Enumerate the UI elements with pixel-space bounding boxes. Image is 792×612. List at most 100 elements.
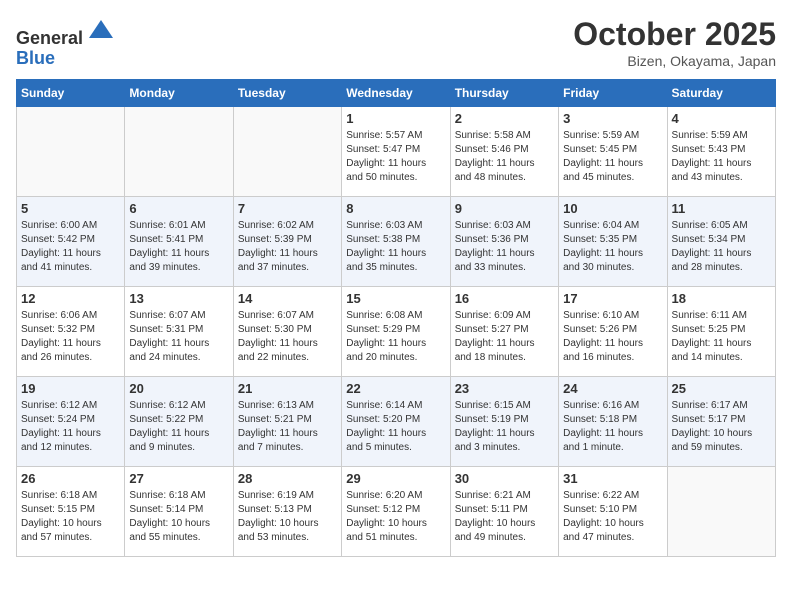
weekday-header-saturday: Saturday	[667, 80, 775, 107]
calendar-cell: 29 Sunrise: 6:20 AM Sunset: 5:12 PM Dayli…	[342, 467, 450, 557]
day-info: Sunrise: 6:12 AM Sunset: 5:24 PM Dayligh…	[21, 399, 120, 455]
day-number: 5	[21, 201, 120, 216]
day-number: 31	[563, 471, 662, 486]
day-info: Sunrise: 6:19 AM Sunset: 5:13 PM Dayligh…	[238, 489, 337, 545]
day-info: Sunrise: 6:09 AM Sunset: 5:27 PM Dayligh…	[455, 309, 554, 365]
day-info: Sunrise: 6:17 AM Sunset: 5:17 PM Dayligh…	[672, 399, 771, 455]
weekday-header-sunday: Sunday	[17, 80, 125, 107]
calendar-cell: 18Sunrise: 6:11 AM Sunset: 5:25 PM Dayli…	[667, 287, 775, 377]
day-info: Sunrise: 6:05 AM Sunset: 5:34 PM Dayligh…	[672, 219, 771, 275]
calendar-cell: 12Sunrise: 6:06 AM Sunset: 5:32 PM Dayli…	[17, 287, 125, 377]
day-number: 9	[455, 201, 554, 216]
day-info: Sunrise: 6:13 AM Sunset: 5:21 PM Dayligh…	[238, 399, 337, 455]
logo-general: General	[16, 28, 83, 48]
calendar-cell: 13Sunrise: 6:07 AM Sunset: 5:31 PM Dayli…	[125, 287, 233, 377]
day-number: 20	[129, 381, 228, 396]
calendar-cell	[667, 467, 775, 557]
calendar-cell: 31 Sunrise: 6:22 AM Sunset: 5:10 PM Dayli…	[559, 467, 667, 557]
day-info: Sunrise: 6:15 AM Sunset: 5:19 PM Dayligh…	[455, 399, 554, 455]
day-number: 10	[563, 201, 662, 216]
month-title: October 2025	[573, 16, 776, 53]
calendar-cell: 9 Sunrise: 6:03 AM Sunset: 5:36 PM Daylig…	[450, 197, 558, 287]
day-info: Sunrise: 6:02 AM Sunset: 5:39 PM Dayligh…	[238, 219, 337, 275]
calendar-week-row: 12Sunrise: 6:06 AM Sunset: 5:32 PM Dayli…	[17, 287, 776, 377]
day-number: 22	[346, 381, 445, 396]
day-info: Sunrise: 6:20 AM Sunset: 5:12 PM Dayligh…	[346, 489, 445, 545]
calendar-cell: 21 Sunrise: 6:13 AM Sunset: 5:21 PM Dayli…	[233, 377, 341, 467]
day-info: Sunrise: 6:10 AM Sunset: 5:26 PM Dayligh…	[563, 309, 662, 365]
day-number: 1	[346, 111, 445, 126]
weekday-header-monday: Monday	[125, 80, 233, 107]
day-info: Sunrise: 5:58 AM Sunset: 5:46 PM Dayligh…	[455, 129, 554, 185]
weekday-header-tuesday: Tuesday	[233, 80, 341, 107]
calendar-cell: 26Sunrise: 6:18 AM Sunset: 5:15 PM Dayli…	[17, 467, 125, 557]
day-number: 4	[672, 111, 771, 126]
calendar-cell: 30 Sunrise: 6:21 AM Sunset: 5:11 PM Dayli…	[450, 467, 558, 557]
day-info: Sunrise: 6:18 AM Sunset: 5:15 PM Dayligh…	[21, 489, 120, 545]
calendar-cell: 27Sunrise: 6:18 AM Sunset: 5:14 PM Dayli…	[125, 467, 233, 557]
weekday-header-row: SundayMondayTuesdayWednesdayThursdayFrid…	[17, 80, 776, 107]
calendar-cell: 23 Sunrise: 6:15 AM Sunset: 5:19 PM Dayli…	[450, 377, 558, 467]
day-info: Sunrise: 6:16 AM Sunset: 5:18 PM Dayligh…	[563, 399, 662, 455]
calendar-cell: 8 Sunrise: 6:03 AM Sunset: 5:38 PM Daylig…	[342, 197, 450, 287]
logo-icon	[87, 16, 115, 44]
day-info: Sunrise: 6:08 AM Sunset: 5:29 PM Dayligh…	[346, 309, 445, 365]
day-info: Sunrise: 6:04 AM Sunset: 5:35 PM Dayligh…	[563, 219, 662, 275]
day-number: 30	[455, 471, 554, 486]
day-number: 6	[129, 201, 228, 216]
day-number: 13	[129, 291, 228, 306]
calendar-cell: 15 Sunrise: 6:08 AM Sunset: 5:29 PM Dayli…	[342, 287, 450, 377]
calendar-cell: 20 Sunrise: 6:12 AM Sunset: 5:22 PM Dayli…	[125, 377, 233, 467]
calendar-cell: 2 Sunrise: 5:58 AM Sunset: 5:46 PM Daylig…	[450, 107, 558, 197]
calendar-cell: 1 Sunrise: 5:57 AM Sunset: 5:47 PM Daylig…	[342, 107, 450, 197]
day-number: 28	[238, 471, 337, 486]
day-number: 27	[129, 471, 228, 486]
day-info: Sunrise: 6:12 AM Sunset: 5:22 PM Dayligh…	[129, 399, 228, 455]
day-number: 16	[455, 291, 554, 306]
day-info: Sunrise: 6:21 AM Sunset: 5:11 PM Dayligh…	[455, 489, 554, 545]
day-number: 8	[346, 201, 445, 216]
calendar-week-row: 1 Sunrise: 5:57 AM Sunset: 5:47 PM Daylig…	[17, 107, 776, 197]
calendar-table: SundayMondayTuesdayWednesdayThursdayFrid…	[16, 79, 776, 557]
day-number: 18	[672, 291, 771, 306]
calendar-cell	[17, 107, 125, 197]
day-number: 25	[672, 381, 771, 396]
day-number: 29	[346, 471, 445, 486]
page-header: General Blue October 2025 Bizen, Okayama…	[16, 16, 776, 69]
logo: General Blue	[16, 16, 115, 69]
calendar-cell: 6Sunrise: 6:01 AM Sunset: 5:41 PM Daylig…	[125, 197, 233, 287]
day-info: Sunrise: 5:59 AM Sunset: 5:45 PM Dayligh…	[563, 129, 662, 185]
day-number: 17	[563, 291, 662, 306]
day-number: 14	[238, 291, 337, 306]
day-info: Sunrise: 6:22 AM Sunset: 5:10 PM Dayligh…	[563, 489, 662, 545]
calendar-cell: 5 Sunrise: 6:00 AM Sunset: 5:42 PM Daylig…	[17, 197, 125, 287]
logo-blue: Blue	[16, 48, 55, 68]
calendar-cell	[233, 107, 341, 197]
day-number: 11	[672, 201, 771, 216]
day-info: Sunrise: 6:03 AM Sunset: 5:38 PM Dayligh…	[346, 219, 445, 275]
day-number: 2	[455, 111, 554, 126]
day-info: Sunrise: 5:59 AM Sunset: 5:43 PM Dayligh…	[672, 129, 771, 185]
day-number: 15	[346, 291, 445, 306]
day-number: 21	[238, 381, 337, 396]
day-number: 23	[455, 381, 554, 396]
location: Bizen, Okayama, Japan	[573, 53, 776, 69]
calendar-cell: 16 Sunrise: 6:09 AM Sunset: 5:27 PM Dayli…	[450, 287, 558, 377]
calendar-cell	[125, 107, 233, 197]
calendar-cell: 10 Sunrise: 6:04 AM Sunset: 5:35 PM Dayli…	[559, 197, 667, 287]
day-number: 19	[21, 381, 120, 396]
calendar-cell: 17 Sunrise: 6:10 AM Sunset: 5:26 PM Dayli…	[559, 287, 667, 377]
day-info: Sunrise: 6:06 AM Sunset: 5:32 PM Dayligh…	[21, 309, 120, 365]
calendar-week-row: 26Sunrise: 6:18 AM Sunset: 5:15 PM Dayli…	[17, 467, 776, 557]
day-info: Sunrise: 6:07 AM Sunset: 5:30 PM Dayligh…	[238, 309, 337, 365]
day-info: Sunrise: 6:03 AM Sunset: 5:36 PM Dayligh…	[455, 219, 554, 275]
day-number: 7	[238, 201, 337, 216]
day-info: Sunrise: 6:00 AM Sunset: 5:42 PM Dayligh…	[21, 219, 120, 275]
title-block: October 2025 Bizen, Okayama, Japan	[573, 16, 776, 69]
calendar-cell: 7 Sunrise: 6:02 AM Sunset: 5:39 PM Daylig…	[233, 197, 341, 287]
calendar-cell: 25 Sunrise: 6:17 AM Sunset: 5:17 PM Dayli…	[667, 377, 775, 467]
day-info: Sunrise: 5:57 AM Sunset: 5:47 PM Dayligh…	[346, 129, 445, 185]
calendar-cell: 24Sunrise: 6:16 AM Sunset: 5:18 PM Dayli…	[559, 377, 667, 467]
calendar-cell: 28 Sunrise: 6:19 AM Sunset: 5:13 PM Dayli…	[233, 467, 341, 557]
day-number: 3	[563, 111, 662, 126]
